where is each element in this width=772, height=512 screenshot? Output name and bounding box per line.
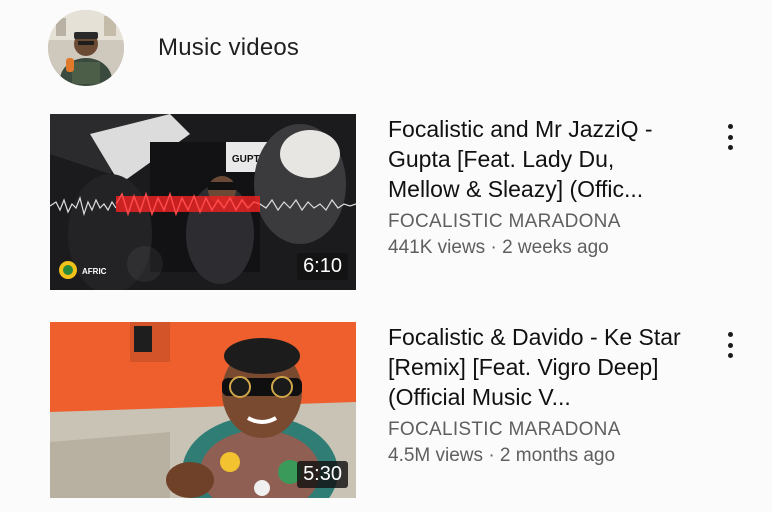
channel-name[interactable]: FOCALISTIC MARADONA <box>388 210 688 234</box>
stats-separator: · <box>488 445 495 466</box>
thumbnail-logo-text: AFRIC <box>82 267 107 276</box>
duration-badge: 5:30 <box>297 461 348 488</box>
music-videos-page: Music videos GUPTA AFRIC 6:10 Focalistic… <box>0 0 772 512</box>
video-stats: 4.5M views · 2 months ago <box>388 444 688 468</box>
more-vert-icon[interactable] <box>718 330 742 360</box>
video-thumbnail[interactable]: 5:30 <box>50 322 356 498</box>
channel-avatar[interactable] <box>48 10 124 86</box>
video-title[interactable]: Focalistic and Mr JazziQ - Gupta [Feat. … <box>388 114 688 204</box>
stats-separator: · <box>490 237 497 258</box>
video-stats: 441K views · 2 weeks ago <box>388 236 688 260</box>
upload-age: 2 months ago <box>499 445 616 466</box>
video-title[interactable]: Focalistic & Davido - Ke Star [Remix] [F… <box>388 322 688 412</box>
section-header: Music videos <box>48 8 299 88</box>
channel-name[interactable]: FOCALISTIC MARADONA <box>388 418 688 442</box>
video-item[interactable]: GUPTA AFRIC 6:10 Focalistic and Mr Jazzi… <box>50 114 750 290</box>
video-meta: Focalistic & Davido - Ke Star [Remix] [F… <box>388 322 688 468</box>
upload-age: 2 weeks ago <box>502 237 609 258</box>
view-count: 441K views <box>388 237 486 258</box>
video-item[interactable]: 5:30 Focalistic & Davido - Ke Star [Remi… <box>50 322 750 498</box>
avatar-image <box>48 10 124 86</box>
video-thumbnail[interactable]: GUPTA AFRIC 6:10 <box>50 114 356 290</box>
video-meta: Focalistic and Mr JazziQ - Gupta [Feat. … <box>388 114 688 260</box>
section-title: Music videos <box>158 34 300 61</box>
duration-badge: 6:10 <box>297 253 348 280</box>
view-count: 4.5M views <box>388 445 484 466</box>
more-vert-icon[interactable] <box>718 122 742 152</box>
